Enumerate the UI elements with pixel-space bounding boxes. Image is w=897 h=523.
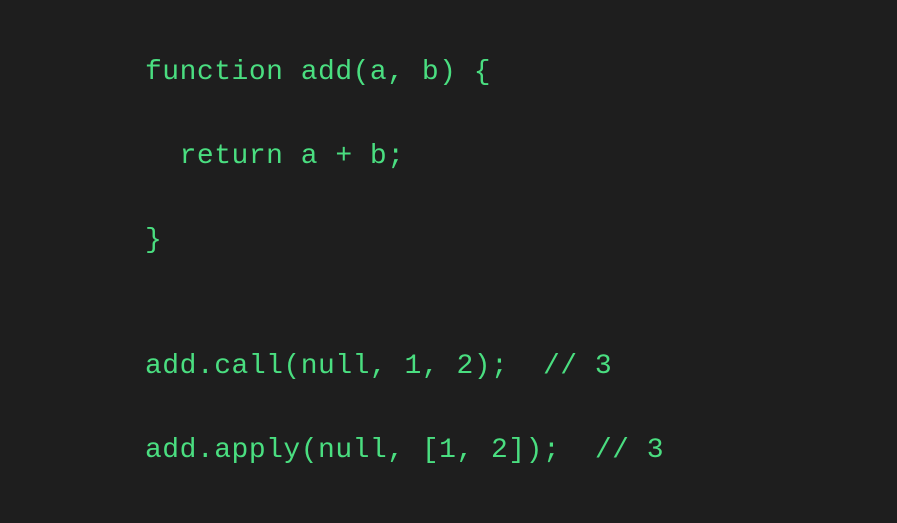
code-line: }	[145, 220, 664, 262]
code-line: add.call(null, 1, 2); // 3	[145, 346, 664, 388]
code-line: return a + b;	[145, 136, 664, 178]
code-line: add.apply(null, [1, 2]); // 3	[145, 430, 664, 472]
code-line: function add(a, b) {	[145, 52, 664, 94]
code-snippet: function add(a, b) { return a + b; } add…	[145, 10, 664, 514]
